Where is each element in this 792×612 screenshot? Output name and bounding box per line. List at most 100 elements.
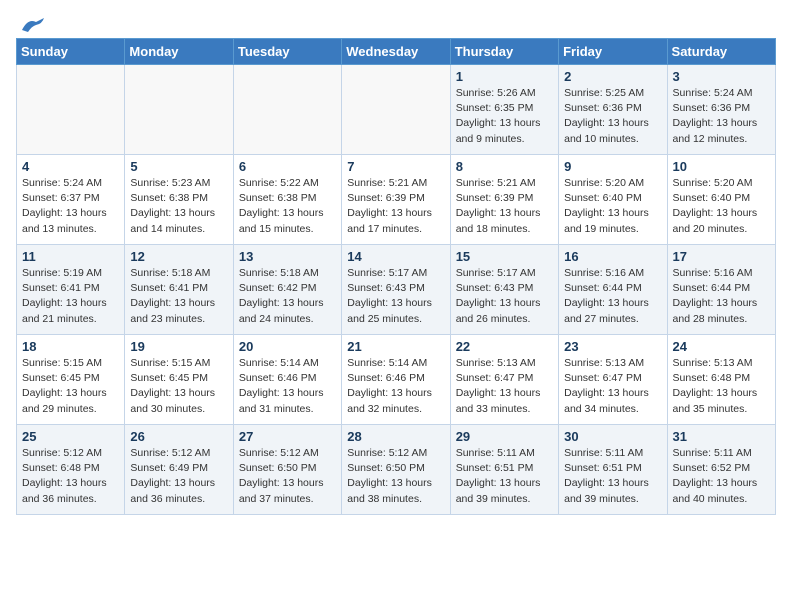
day-number: 25 bbox=[22, 429, 119, 444]
header-saturday: Saturday bbox=[667, 39, 775, 65]
day-number: 8 bbox=[456, 159, 553, 174]
day-number: 27 bbox=[239, 429, 336, 444]
logo-bird-icon bbox=[20, 16, 46, 34]
calendar-day-cell: 1 Sunrise: 5:26 AM Sunset: 6:35 PM Daylig… bbox=[450, 65, 558, 155]
day-info: Sunrise: 5:16 AM Sunset: 6:44 PM Dayligh… bbox=[564, 266, 661, 327]
day-number: 29 bbox=[456, 429, 553, 444]
day-number: 20 bbox=[239, 339, 336, 354]
day-number: 14 bbox=[347, 249, 444, 264]
day-number: 26 bbox=[130, 429, 227, 444]
calendar-day-cell: 31 Sunrise: 5:11 AM Sunset: 6:52 PM Dayli… bbox=[667, 425, 775, 515]
day-number: 19 bbox=[130, 339, 227, 354]
day-info: Sunrise: 5:20 AM Sunset: 6:40 PM Dayligh… bbox=[673, 176, 770, 237]
calendar-day-cell: 21 Sunrise: 5:14 AM Sunset: 6:46 PM Dayli… bbox=[342, 335, 450, 425]
calendar-week-row: 11 Sunrise: 5:19 AM Sunset: 6:41 PM Dayli… bbox=[17, 245, 776, 335]
empty-cell bbox=[17, 65, 125, 155]
day-info: Sunrise: 5:12 AM Sunset: 6:48 PM Dayligh… bbox=[22, 446, 119, 507]
day-info: Sunrise: 5:11 AM Sunset: 6:51 PM Dayligh… bbox=[564, 446, 661, 507]
calendar-day-cell: 19Sunrise: 5:15 AM Sunset: 6:45 PM Dayli… bbox=[125, 335, 233, 425]
header-thursday: Thursday bbox=[450, 39, 558, 65]
day-number: 18 bbox=[22, 339, 119, 354]
calendar-week-row: 18 Sunrise: 5:15 AM Sunset: 6:45 PM Dayli… bbox=[17, 335, 776, 425]
calendar-day-cell: 29 Sunrise: 5:11 AM Sunset: 6:51 PM Dayli… bbox=[450, 425, 558, 515]
day-number: 3 bbox=[673, 69, 770, 84]
day-info: Sunrise: 5:14 AM Sunset: 6:46 PM Dayligh… bbox=[239, 356, 336, 417]
calendar-day-cell: 22 Sunrise: 5:13 AM Sunset: 6:47 PM Dayli… bbox=[450, 335, 558, 425]
calendar-day-cell: 8Sunrise: 5:21 AM Sunset: 6:39 PM Daylig… bbox=[450, 155, 558, 245]
day-info: Sunrise: 5:14 AM Sunset: 6:46 PM Dayligh… bbox=[347, 356, 444, 417]
day-number: 4 bbox=[22, 159, 119, 174]
day-info: Sunrise: 5:12 AM Sunset: 6:49 PM Dayligh… bbox=[130, 446, 227, 507]
calendar-day-cell: 5 Sunrise: 5:23 AM Sunset: 6:38 PM Daylig… bbox=[125, 155, 233, 245]
calendar-day-cell: 28Sunrise: 5:12 AM Sunset: 6:50 PM Dayli… bbox=[342, 425, 450, 515]
calendar-day-cell: 15 Sunrise: 5:17 AM Sunset: 6:43 PM Dayli… bbox=[450, 245, 558, 335]
calendar-day-cell: 3 Sunrise: 5:24 AM Sunset: 6:36 PM Daylig… bbox=[667, 65, 775, 155]
day-info: Sunrise: 5:25 AM Sunset: 6:36 PM Dayligh… bbox=[564, 86, 661, 147]
day-number: 22 bbox=[456, 339, 553, 354]
day-number: 9 bbox=[564, 159, 661, 174]
calendar-day-cell: 20 Sunrise: 5:14 AM Sunset: 6:46 PM Dayli… bbox=[233, 335, 341, 425]
empty-cell bbox=[233, 65, 341, 155]
day-info: Sunrise: 5:19 AM Sunset: 6:41 PM Dayligh… bbox=[22, 266, 119, 327]
calendar-week-row: 1 Sunrise: 5:26 AM Sunset: 6:35 PM Daylig… bbox=[17, 65, 776, 155]
day-info: Sunrise: 5:18 AM Sunset: 6:42 PM Dayligh… bbox=[239, 266, 336, 327]
day-info: Sunrise: 5:21 AM Sunset: 6:39 PM Dayligh… bbox=[347, 176, 444, 237]
day-number: 30 bbox=[564, 429, 661, 444]
calendar-day-cell: 25 Sunrise: 5:12 AM Sunset: 6:48 PM Dayli… bbox=[17, 425, 125, 515]
header-wednesday: Wednesday bbox=[342, 39, 450, 65]
calendar-day-cell: 18 Sunrise: 5:15 AM Sunset: 6:45 PM Dayli… bbox=[17, 335, 125, 425]
day-info: Sunrise: 5:15 AM Sunset: 6:45 PM Dayligh… bbox=[22, 356, 119, 417]
calendar-day-cell: 16 Sunrise: 5:16 AM Sunset: 6:44 PM Dayli… bbox=[559, 245, 667, 335]
day-number: 21 bbox=[347, 339, 444, 354]
day-number: 13 bbox=[239, 249, 336, 264]
calendar-day-cell: 7 Sunrise: 5:21 AM Sunset: 6:39 PM Daylig… bbox=[342, 155, 450, 245]
day-number: 12 bbox=[130, 249, 227, 264]
calendar-day-cell: 27 Sunrise: 5:12 AM Sunset: 6:50 PM Dayli… bbox=[233, 425, 341, 515]
day-info: Sunrise: 5:23 AM Sunset: 6:38 PM Dayligh… bbox=[130, 176, 227, 237]
calendar-day-cell: 9 Sunrise: 5:20 AM Sunset: 6:40 PM Daylig… bbox=[559, 155, 667, 245]
day-number: 31 bbox=[673, 429, 770, 444]
calendar-day-cell: 4 Sunrise: 5:24 AM Sunset: 6:37 PM Daylig… bbox=[17, 155, 125, 245]
page-header bbox=[16, 16, 776, 30]
day-info: Sunrise: 5:16 AM Sunset: 6:44 PM Dayligh… bbox=[673, 266, 770, 327]
header-tuesday: Tuesday bbox=[233, 39, 341, 65]
day-info: Sunrise: 5:20 AM Sunset: 6:40 PM Dayligh… bbox=[564, 176, 661, 237]
day-number: 5 bbox=[130, 159, 227, 174]
day-info: Sunrise: 5:12 AM Sunset: 6:50 PM Dayligh… bbox=[239, 446, 336, 507]
day-info: Sunrise: 5:17 AM Sunset: 6:43 PM Dayligh… bbox=[456, 266, 553, 327]
day-number: 16 bbox=[564, 249, 661, 264]
day-number: 11 bbox=[22, 249, 119, 264]
calendar-day-cell: 14Sunrise: 5:17 AM Sunset: 6:43 PM Dayli… bbox=[342, 245, 450, 335]
day-info: Sunrise: 5:24 AM Sunset: 6:37 PM Dayligh… bbox=[22, 176, 119, 237]
day-info: Sunrise: 5:11 AM Sunset: 6:52 PM Dayligh… bbox=[673, 446, 770, 507]
day-number: 28 bbox=[347, 429, 444, 444]
logo bbox=[16, 16, 46, 30]
day-number: 2 bbox=[564, 69, 661, 84]
day-info: Sunrise: 5:13 AM Sunset: 6:48 PM Dayligh… bbox=[673, 356, 770, 417]
calendar-day-cell: 6 Sunrise: 5:22 AM Sunset: 6:38 PM Daylig… bbox=[233, 155, 341, 245]
empty-cell bbox=[342, 65, 450, 155]
day-number: 7 bbox=[347, 159, 444, 174]
header-friday: Friday bbox=[559, 39, 667, 65]
calendar-day-cell: 13 Sunrise: 5:18 AM Sunset: 6:42 PM Dayli… bbox=[233, 245, 341, 335]
day-number: 24 bbox=[673, 339, 770, 354]
day-info: Sunrise: 5:22 AM Sunset: 6:38 PM Dayligh… bbox=[239, 176, 336, 237]
calendar-day-cell: 12 Sunrise: 5:18 AM Sunset: 6:41 PM Dayli… bbox=[125, 245, 233, 335]
day-info: Sunrise: 5:11 AM Sunset: 6:51 PM Dayligh… bbox=[456, 446, 553, 507]
calendar-day-cell: 17 Sunrise: 5:16 AM Sunset: 6:44 PM Dayli… bbox=[667, 245, 775, 335]
calendar-week-row: 25 Sunrise: 5:12 AM Sunset: 6:48 PM Dayli… bbox=[17, 425, 776, 515]
day-number: 6 bbox=[239, 159, 336, 174]
calendar-header-row: SundayMondayTuesdayWednesdayThursdayFrid… bbox=[17, 39, 776, 65]
day-info: Sunrise: 5:24 AM Sunset: 6:36 PM Dayligh… bbox=[673, 86, 770, 147]
header-sunday: Sunday bbox=[17, 39, 125, 65]
calendar-week-row: 4 Sunrise: 5:24 AM Sunset: 6:37 PM Daylig… bbox=[17, 155, 776, 245]
day-number: 17 bbox=[673, 249, 770, 264]
calendar-day-cell: 26 Sunrise: 5:12 AM Sunset: 6:49 PM Dayli… bbox=[125, 425, 233, 515]
day-info: Sunrise: 5:13 AM Sunset: 6:47 PM Dayligh… bbox=[456, 356, 553, 417]
day-info: Sunrise: 5:26 AM Sunset: 6:35 PM Dayligh… bbox=[456, 86, 553, 147]
day-number: 15 bbox=[456, 249, 553, 264]
calendar-table: SundayMondayTuesdayWednesdayThursdayFrid… bbox=[16, 38, 776, 515]
calendar-day-cell: 2 Sunrise: 5:25 AM Sunset: 6:36 PM Daylig… bbox=[559, 65, 667, 155]
day-info: Sunrise: 5:18 AM Sunset: 6:41 PM Dayligh… bbox=[130, 266, 227, 327]
day-number: 1 bbox=[456, 69, 553, 84]
